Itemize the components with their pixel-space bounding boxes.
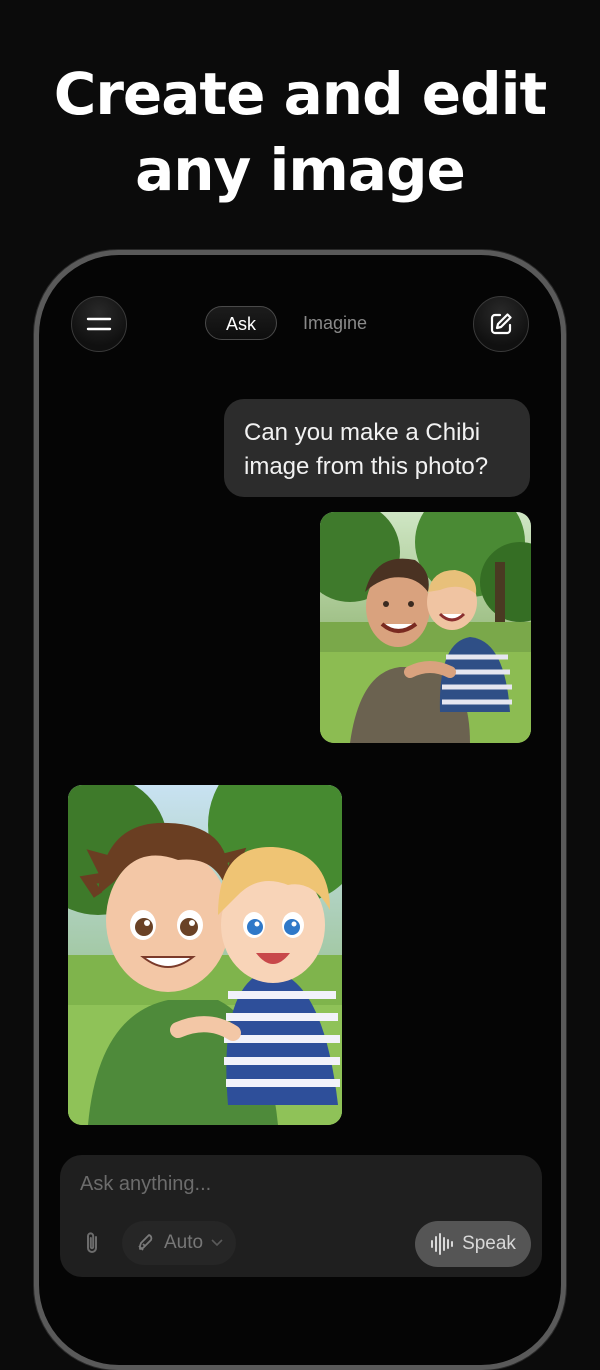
ask-input[interactable]: Ask anything... xyxy=(80,1173,211,1196)
speak-button[interactable]: Speak xyxy=(415,1221,531,1267)
mode-tabs: Ask Imagine xyxy=(205,306,387,340)
assistant-generated-image[interactable] xyxy=(68,785,342,1125)
mode-label: Auto xyxy=(164,1232,204,1253)
user-message-bubble: Can you make a Chibi image from this pho… xyxy=(224,399,530,497)
tab-imagine[interactable]: Imagine xyxy=(283,306,387,340)
headline-line-1: Create and edit xyxy=(53,60,548,128)
composer: Ask anything... Auto Speak xyxy=(60,1155,542,1277)
model-mode-selector[interactable]: Auto xyxy=(122,1221,236,1265)
chevron-down-icon xyxy=(211,1239,223,1247)
headline: Create and edit any image xyxy=(0,56,600,208)
tab-ask[interactable]: Ask xyxy=(205,306,278,340)
attach-button[interactable] xyxy=(74,1222,110,1264)
hamburger-menu-icon xyxy=(86,317,112,331)
menu-button[interactable] xyxy=(71,296,127,352)
speak-label: Speak xyxy=(462,1233,516,1254)
new-chat-edit-icon xyxy=(490,313,512,335)
rocket-icon xyxy=(138,1234,153,1251)
waveform-icon xyxy=(431,1233,454,1255)
paperclip-icon xyxy=(87,1232,97,1253)
new-chat-button[interactable] xyxy=(473,296,529,352)
phone-frame: Ask Imagine Can you make a Chibi image f… xyxy=(34,250,566,1370)
headline-line-2: any image xyxy=(135,136,466,204)
app-screen: Ask Imagine Can you make a Chibi image f… xyxy=(39,255,561,1365)
user-attachment-photo[interactable] xyxy=(320,512,531,743)
